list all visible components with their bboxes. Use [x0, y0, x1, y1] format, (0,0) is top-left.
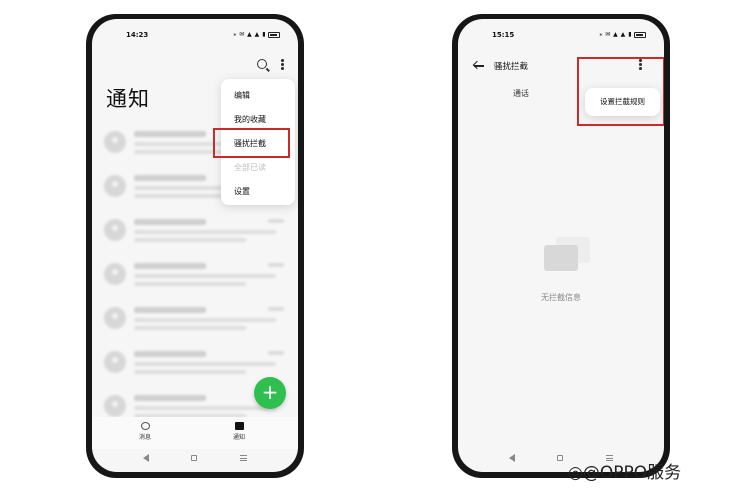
- right-screen: 15:15 ⁎ ✉ ▲ ▲ ▮ 骚扰拦截 通话 设置拦截规则 无拦截信息: [458, 19, 664, 472]
- empty-state-text: 无拦截信息: [541, 293, 581, 302]
- menu-item-settings[interactable]: 设置: [234, 186, 250, 197]
- battery-icon: [634, 31, 646, 38]
- right-phone: 15:15 ⁎ ✉ ▲ ▲ ▮ 骚扰拦截 通话 设置拦截规则 无拦截信息: [452, 14, 670, 478]
- nav-messages-label: 消息: [138, 434, 151, 441]
- back-arrow-icon[interactable]: [474, 61, 484, 71]
- notice-icon: [234, 422, 244, 430]
- menu-item-edit[interactable]: 编辑: [234, 90, 250, 101]
- list-item[interactable]: [104, 303, 290, 347]
- home-nav-icon[interactable]: [557, 455, 564, 461]
- back-nav-icon[interactable]: [143, 454, 150, 462]
- status-bar: 15:15 ⁎ ✉ ▲ ▲ ▮: [458, 19, 664, 45]
- status-time: 14:23: [126, 31, 149, 39]
- status-icon-glyphs: ⁎ ✉ ▲ ▲ ▮: [599, 31, 632, 38]
- back-nav-icon[interactable]: [509, 454, 516, 462]
- tab-calls[interactable]: 通话: [513, 88, 529, 99]
- nav-notice-label: 通知: [232, 434, 245, 441]
- menu-item-mark-all-read: 全部已读: [234, 163, 266, 172]
- header-title: 骚扰拦截: [494, 62, 529, 72]
- highlight-box: [577, 57, 664, 126]
- left-screen: 14:23 ⁎ ✉ ▲ ▲ ▮ 通知 编辑 我的收藏 骚扰拦截 全部已读 设置 …: [92, 19, 298, 472]
- page-title: 通知: [106, 87, 150, 111]
- avatar-icon: [104, 131, 126, 153]
- list-item[interactable]: [104, 215, 290, 259]
- avatar-icon: [104, 307, 126, 329]
- status-bar: 14:23 ⁎ ✉ ▲ ▲ ▮: [92, 19, 298, 45]
- menu-item-favorites[interactable]: 我的收藏: [234, 114, 266, 125]
- list-item[interactable]: [104, 259, 290, 303]
- more-icon[interactable]: [281, 59, 284, 70]
- avatar-icon: [104, 263, 126, 285]
- watermark: ◎@OPPO服务: [568, 463, 682, 483]
- status-time: 15:15: [492, 31, 515, 39]
- chat-icon: [140, 422, 150, 430]
- highlight-box: [213, 128, 290, 158]
- search-icon[interactable]: [257, 59, 267, 70]
- battery-icon: [268, 31, 280, 38]
- compose-button[interactable]: +: [254, 377, 286, 409]
- avatar-icon: [104, 351, 126, 373]
- stage: 14:23 ⁎ ✉ ▲ ▲ ▮ 通知 编辑 我的收藏 骚扰拦截 全部已读 设置 …: [0, 0, 750, 500]
- status-icon-glyphs: ⁎ ✉ ▲ ▲ ▮: [233, 31, 266, 38]
- left-phone: 14:23 ⁎ ✉ ▲ ▲ ▮ 通知 编辑 我的收藏 骚扰拦截 全部已读 设置 …: [86, 14, 304, 478]
- system-nav: [92, 444, 298, 472]
- home-nav-icon[interactable]: [191, 455, 198, 461]
- status-icons: ⁎ ✉ ▲ ▲ ▮: [599, 31, 646, 38]
- avatar-icon: [104, 219, 126, 241]
- status-icons: ⁎ ✉ ▲ ▲ ▮: [233, 31, 280, 38]
- nav-notice[interactable]: 通知: [224, 422, 254, 441]
- empty-chat-icon: [544, 237, 590, 273]
- avatar-icon: [104, 395, 126, 417]
- avatar-icon: [104, 175, 126, 197]
- toolbar: [257, 59, 284, 70]
- nav-messages[interactable]: 消息: [130, 422, 160, 441]
- recents-nav-icon[interactable]: [239, 455, 247, 461]
